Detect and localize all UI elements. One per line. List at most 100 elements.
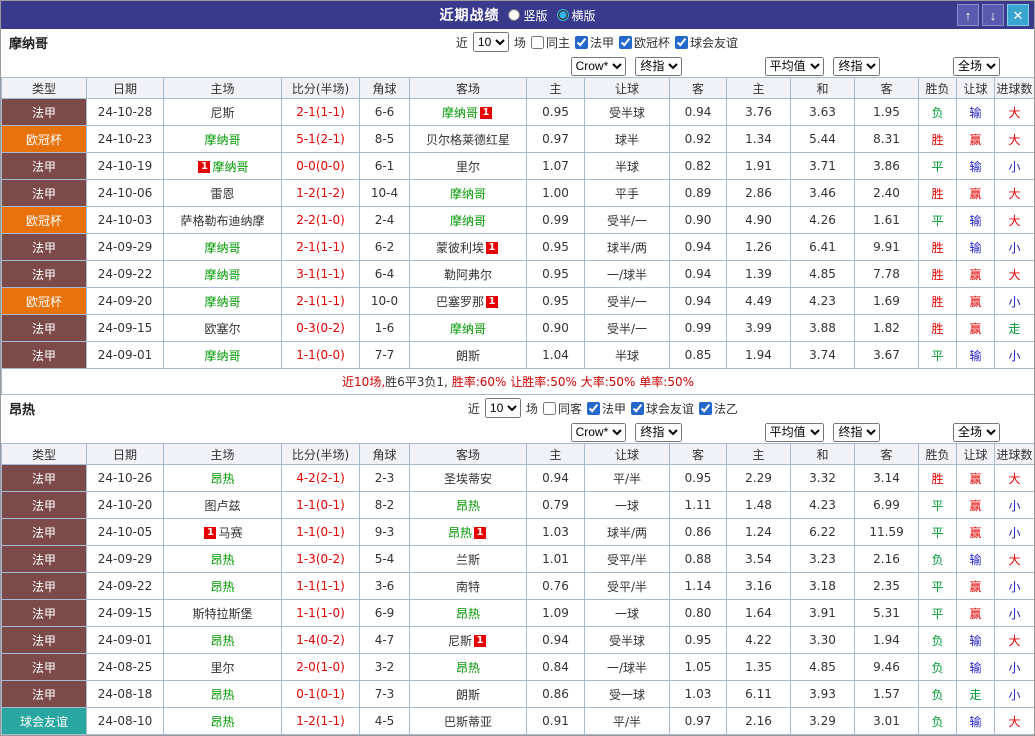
horizontal-radio-label: 横版 (571, 8, 596, 23)
column-header: 胜负 (918, 77, 958, 99)
avg-draw: 3.18 (790, 572, 856, 600)
handicap: 受半球 (584, 626, 670, 654)
league-filter-ligue1[interactable]: 法甲 (586, 400, 626, 417)
same-venue-checkbox[interactable] (542, 401, 556, 415)
handicap: 受平/半 (584, 572, 670, 600)
match-date: 24-10-19 (86, 152, 164, 180)
avg-home: 2.86 (726, 179, 792, 207)
handicap: 平/半 (584, 464, 670, 492)
team-section-angers: 昂热 近 10 场 同客 法甲 球会友谊 法乙 Crow* 终指 平均值 终指 … (1, 395, 1034, 735)
corner-count: 2-4 (359, 206, 410, 234)
odds-away: 1.11 (668, 491, 728, 519)
result-handicap: 输 (956, 152, 996, 180)
move-down-button[interactable]: ↓ (982, 4, 1004, 26)
average-select[interactable]: 平均值 (764, 422, 824, 442)
move-up-button[interactable]: ↑ (957, 4, 979, 26)
layout-option-horizontal[interactable]: 横版 (556, 7, 596, 24)
odds-stage-select[interactable]: 终指 (635, 56, 683, 76)
league-filter-ucl[interactable]: 欧冠杯 (618, 34, 670, 51)
odds-away: 0.99 (668, 314, 728, 342)
handicap: 球半/两 (584, 233, 670, 261)
avg-draw: 4.23 (790, 287, 856, 315)
odds-home: 0.95 (526, 233, 585, 261)
close-button[interactable]: ✕ (1007, 4, 1029, 26)
handicap: 一/球半 (584, 260, 670, 288)
league-filter-friendly[interactable]: 球会友谊 (630, 400, 694, 417)
team-title: 昂热 (9, 402, 36, 418)
match-row: 法甲 24-10-19 1 摩纳哥 0-0(0-0) 6-1 里尔 1.07 半球 0.82 1.9… (1, 152, 1034, 180)
average-selects-cell: 平均值 终指 (726, 55, 919, 78)
odds-company-select[interactable]: Crow* (570, 56, 626, 76)
result-handicap: 赢 (956, 314, 996, 342)
score: 0-1(0-1) (281, 680, 360, 708)
home-team: 里尔 (163, 653, 282, 681)
avg-draw: 3.46 (790, 179, 856, 207)
red-card-badge: 1 (204, 527, 217, 539)
odds-home: 1.04 (526, 341, 585, 369)
league-type: 法甲 (1, 626, 87, 654)
column-header: 类型 (1, 77, 87, 99)
same-venue-filter[interactable]: 同主 (530, 34, 570, 51)
away-team: 昂热 1 (409, 518, 527, 546)
average-stage-select[interactable]: 终指 (833, 56, 881, 76)
odds-company-select[interactable]: Crow* (570, 422, 626, 442)
layout-option-vertical[interactable]: 竖版 (508, 7, 548, 24)
league-type: 法甲 (1, 599, 87, 627)
result-goals: 大 (994, 206, 1034, 234)
league-filter-friendly[interactable]: 球会友谊 (674, 34, 738, 51)
league-filter-ligue2[interactable]: 法乙 (698, 400, 738, 417)
avg-home: 1.94 (726, 341, 792, 369)
away-team: 摩纳哥 1 (409, 98, 527, 126)
home-team: 摩纳哥 (163, 125, 282, 153)
handicap: 一/球半 (584, 653, 670, 681)
match-count-select[interactable]: 10 (484, 398, 521, 418)
score: 4-2(2-1) (281, 464, 360, 492)
avg-draw: 3.63 (790, 98, 856, 126)
handicap: 半球 (584, 341, 670, 369)
match-date: 24-09-20 (86, 287, 164, 315)
league-checkbox[interactable] (698, 401, 712, 415)
result-outcome: 胜 (918, 179, 958, 207)
league-checkbox[interactable] (574, 35, 588, 49)
team-label: 蒙彼利埃 (435, 240, 484, 255)
league-filter-ligue1[interactable]: 法甲 (574, 34, 614, 51)
score: 0-3(0-2) (281, 314, 360, 342)
odds-stage-select[interactable]: 终指 (635, 422, 683, 442)
results-table: Crow* 终指 平均值 终指 全场 类型 日期 主场 比分(半场) 角球 客场主让球客主… (1, 55, 1034, 395)
league-checkbox[interactable] (630, 401, 644, 415)
score: 3-1(1-1) (281, 260, 360, 288)
vertical-radio[interactable] (508, 9, 521, 21)
away-team: 蒙彼利埃 1 (409, 233, 527, 261)
away-team: 南特 (409, 572, 527, 600)
scope-select[interactable]: 全场 (953, 422, 1001, 442)
away-team: 摩纳哥 (409, 179, 527, 207)
odds-away: 0.95 (668, 464, 728, 492)
odds-away: 1.14 (668, 572, 728, 600)
handicap: 一球 (584, 599, 670, 627)
corner-count: 4-7 (359, 626, 410, 654)
league-type: 欧冠杯 (1, 287, 87, 315)
horizontal-radio[interactable] (556, 9, 569, 21)
scope-select[interactable]: 全场 (953, 56, 1001, 76)
result-outcome: 胜 (918, 233, 958, 261)
match-row: 法甲 24-08-25 里尔 2-0(1-0) 3-2 昂热 0.84 一/球半 1.05 1.3… (1, 653, 1034, 681)
match-count-select[interactable]: 10 (472, 32, 509, 52)
league-checkbox[interactable] (586, 401, 600, 415)
league-checkbox[interactable] (674, 35, 688, 49)
average-stage-select[interactable]: 终指 (833, 422, 881, 442)
league-type: 欧冠杯 (1, 206, 87, 234)
odds-home: 1.03 (526, 518, 585, 546)
odds-home: 0.95 (526, 98, 585, 126)
home-team: 昂热 (163, 680, 282, 708)
same-venue-filter[interactable]: 同客 (542, 400, 582, 417)
result-handicap: 输 (956, 626, 996, 654)
same-venue-checkbox[interactable] (530, 35, 544, 49)
avg-away: 11.59 (854, 518, 920, 546)
odds-home: 1.09 (526, 599, 585, 627)
result-goals: 小 (994, 287, 1034, 315)
match-row: 法甲 24-10-06 雷恩 1-2(1-2) 10-4 摩纳哥 1.00 平手 0.89 2.8… (1, 179, 1034, 207)
corner-count: 5-4 (359, 545, 410, 573)
league-checkbox[interactable] (618, 35, 632, 49)
avg-home: 1.39 (726, 260, 792, 288)
average-select[interactable]: 平均值 (764, 56, 824, 76)
